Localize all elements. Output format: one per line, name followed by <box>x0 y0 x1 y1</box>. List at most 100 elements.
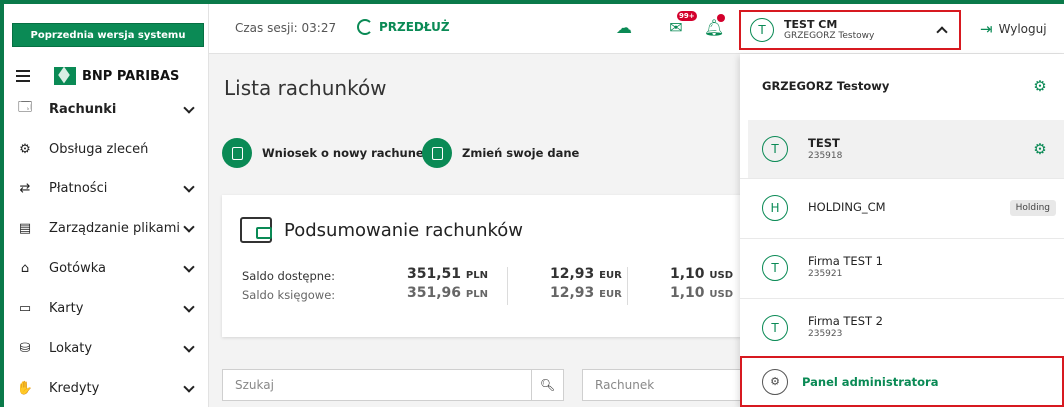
chevron-up-icon <box>937 25 947 35</box>
account-filter-select[interactable]: Rachunek <box>582 369 742 401</box>
messages-badge: 99+ <box>677 11 697 21</box>
sidebar-item[interactable]: ✋ Kredyty <box>4 368 209 407</box>
extend-label: PRZEDŁUŻ <box>379 20 450 34</box>
chevron-down-icon <box>184 263 194 273</box>
user-name: TEST CM <box>784 17 838 31</box>
holding-badge: Holding <box>1009 199 1056 216</box>
logo: BNP PARIBAS <box>54 67 179 85</box>
orders-icon: ⚙ <box>19 141 31 157</box>
chevron-down-icon <box>184 223 194 233</box>
upload-cloud-icon[interactable]: ☁ <box>613 16 635 38</box>
company-item[interactable]: T Firma TEST 2 235923 <box>740 298 1064 356</box>
notification-dot <box>717 14 725 22</box>
sidebar-item[interactable]: ⌂ Gotówka <box>4 248 209 288</box>
user-subtitle: GRZEGORZ Testowy <box>784 31 875 42</box>
company-item[interactable]: H HOLDING_CM Holding <box>740 178 1064 236</box>
amount-value: 1,10 <box>670 285 705 301</box>
sidebar-item[interactable]: ⇄ Płatności <box>4 168 209 208</box>
deposit-icon: ⛁ <box>19 340 31 356</box>
logout-icon: ⇥ <box>980 20 993 38</box>
document-icon <box>422 138 452 168</box>
logout-button[interactable]: ⇥ Wyloguj <box>980 20 1047 38</box>
sidebar-item[interactable]: ⛁ Lokaty <box>4 328 209 368</box>
admin-panel-label: Panel administratora <box>802 374 939 389</box>
chevron-down-icon <box>184 183 194 193</box>
balance-amount: 1,10 USD <box>670 266 733 282</box>
bell-icon[interactable]: 🔔︎ <box>703 14 725 38</box>
sidebar-item-label: Płatności <box>49 180 108 196</box>
user-menu-toggle[interactable]: T TEST CM GRZEGORZ Testowy <box>739 10 961 50</box>
company-avatar: T <box>762 136 788 162</box>
wallet-icon <box>240 217 272 243</box>
summary-title: Podsumowanie rachunków <box>284 219 524 241</box>
admin-gear-icon: ⚙ <box>762 368 788 395</box>
company-name: TEST <box>808 135 840 150</box>
company-switcher-panel: GRZEGORZ Testowy ⚙ T TEST 235918 ⚙ H HOLDING_… <box>740 54 1064 407</box>
user-settings-icon[interactable]: ⚙ <box>1030 76 1050 96</box>
currency-code: EUR <box>599 270 622 281</box>
document-icon <box>222 138 252 168</box>
change-data-button[interactable]: Zmień swoje dane <box>422 138 579 168</box>
currency-code: EUR <box>599 289 622 300</box>
panel-header: GRZEGORZ Testowy ⚙ <box>740 54 1064 118</box>
hamburger-icon[interactable] <box>16 70 30 82</box>
amount-value: 1,10 <box>670 266 705 282</box>
currency-code: PLN <box>465 289 488 300</box>
previous-version-button[interactable]: Poprzednia wersja systemu <box>12 23 204 47</box>
cash-icon: ⌂ <box>20 260 30 276</box>
balance-amount: 12,93 EUR <box>550 285 622 301</box>
sidebar-item-label: Karty <box>49 300 84 316</box>
amount-value: 12,93 <box>550 266 595 282</box>
sidebar-item-label: Obsługa zleceń <box>49 141 149 157</box>
divider <box>627 267 628 305</box>
messages-icon[interactable]: ✉ 99+ <box>665 11 697 38</box>
chevron-down-icon <box>184 343 194 353</box>
sidebar-item[interactable]: 🗔 Rachunki <box>4 89 209 129</box>
search-icon[interactable]: 🔍︎ <box>531 370 563 400</box>
extend-session-button[interactable]: PRZEDŁUŻ <box>357 19 450 35</box>
sidebar-item[interactable]: ⚙ Obsługa zleceń <box>4 129 209 169</box>
refresh-icon <box>357 19 373 35</box>
sidebar-item-label: Kredyty <box>49 380 100 396</box>
new-account-request-button[interactable]: Wniosek o nowy rachunek <box>222 138 431 168</box>
page-title: Lista rachunków <box>224 76 387 100</box>
company-id: 235923 <box>808 329 843 340</box>
company-avatar: T <box>762 254 788 281</box>
balance-amount: 351,96 PLN <box>407 285 488 301</box>
sidebar-item[interactable]: ▤ Zarządzanie plikami <box>4 208 209 248</box>
sidebar-item-label: Zarządzanie plikami <box>49 220 181 236</box>
sidebar-item-label: Lokaty <box>49 340 93 356</box>
accounts-summary-card: Podsumowanie rachunków Saldo dostępne: 35… <box>222 195 742 337</box>
company-id: 235918 <box>808 150 843 161</box>
amount-value: 351,51 <box>407 266 462 282</box>
company-item[interactable]: T Firma TEST 1 235921 <box>740 238 1064 296</box>
bnp-logo-icon <box>54 67 76 85</box>
search-input[interactable] <box>223 370 523 400</box>
currency-code: PLN <box>465 270 488 281</box>
company-name: Firma TEST 1 <box>808 254 883 269</box>
balance-label: Saldo księgowe: <box>242 288 336 302</box>
divider <box>507 267 508 305</box>
chevron-down-icon <box>184 104 194 114</box>
admin-panel-link[interactable]: ⚙ Panel administratora <box>740 356 1064 407</box>
card-icon: ▭ <box>18 300 32 316</box>
balance-amount: 12,93 EUR <box>550 266 622 282</box>
loan-icon: ✋ <box>16 380 34 396</box>
company-name: Firma TEST 2 <box>808 314 883 329</box>
user-avatar: T <box>750 18 774 42</box>
sidebar-item-label: Rachunki <box>49 101 117 117</box>
company-name: HOLDING_CM <box>808 200 886 215</box>
topbar: Czas sesji: 03:27 PRZEDŁUŻ ☁ ✉ 99+ 🔔︎ T … <box>209 4 1064 54</box>
sidebar: Poprzednia wersja systemu BNP PARIBAS 🗔 R… <box>4 4 209 407</box>
currency-code: USD <box>709 289 734 300</box>
sidebar-item-label: Gotówka <box>49 260 106 276</box>
amount-value: 12,93 <box>550 285 595 301</box>
session-timer: Czas sesji: 03:27 <box>235 21 337 35</box>
company-item[interactable]: T TEST 235918 ⚙ <box>748 120 1064 178</box>
currency-code: USD <box>709 270 734 281</box>
change-data-label: Zmień swoje dane <box>462 146 580 160</box>
company-settings-icon[interactable]: ⚙ <box>1030 139 1050 159</box>
logo-text: BNP PARIBAS <box>82 68 180 84</box>
company-avatar: T <box>762 314 788 341</box>
sidebar-item[interactable]: ▭ Karty <box>4 288 209 328</box>
